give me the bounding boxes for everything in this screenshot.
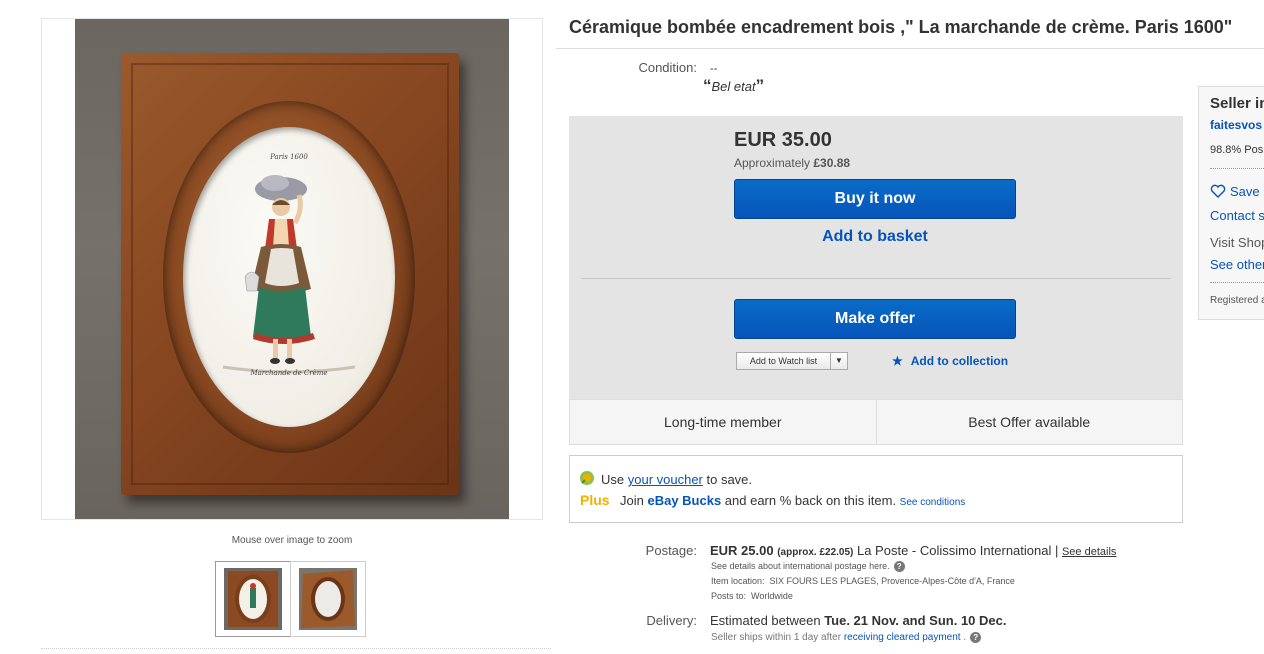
seller-information-panel: Seller information faitesvos 98.8% Posit… [1198,86,1264,320]
seller-divider [1210,282,1264,283]
thumbnail-image [224,568,282,630]
highlight-best-offer: Best Offer available [875,400,1183,444]
your-voucher-link[interactable]: your voucher [628,472,703,487]
see-other-items-link[interactable]: See other items [1210,257,1264,272]
thumbnail-2[interactable] [290,561,366,637]
seller-highlights: Long-time member Best Offer available [569,399,1183,445]
watch-list-label[interactable]: Add to Watch list [737,353,831,369]
seller-name-link[interactable]: faitesvos [1210,118,1262,132]
ebay-plus-logo: Plus [580,492,610,508]
condition-label: Condition: [638,60,697,75]
dispatch-time-note: Seller ships within 1 day after receivin… [711,632,982,643]
heart-icon [1210,184,1226,198]
see-conditions-link[interactable]: See conditions [900,497,966,508]
postage-see-details-link[interactable]: See details [1062,546,1116,558]
condition-description: “Bel etat” [703,76,765,95]
main-image-viewer[interactable]: Paris 1600 Marchande de Crème [41,18,543,520]
converted-price: Approximately £30.88 [734,156,851,170]
delivery-label: Delivery: [646,613,697,628]
postage-summary: EUR 25.00 (approx. £22.05) La Poste - Co… [710,543,1117,558]
voucher-promo-box: Use your voucher to save. Plus Join eBay… [569,455,1183,523]
contact-seller-link[interactable]: Contact seller [1210,208,1264,223]
wooden-frame: Paris 1600 Marchande de Crème [121,53,459,495]
ceramic-plate: Paris 1600 Marchande de Crème [183,127,395,427]
ebay-bucks-label: eBay Bucks [647,493,722,508]
highlight-long-time-member: Long-time member [664,414,782,430]
cleared-payment-link[interactable]: receiving cleared payment [844,632,961,643]
add-to-watch-list-button[interactable]: Add to Watch list ▼ [736,352,848,370]
help-icon[interactable]: ? [970,632,982,643]
buy-box-divider [581,278,1171,279]
add-to-basket-button[interactable]: Add to basket [734,228,1016,246]
item-location: Item location: SIX FOURS LES PLAGES, Pro… [711,576,1015,586]
item-price: EUR 35.00 [734,129,832,151]
international-postage-note: See details about international postage … [711,561,905,573]
ebay-bucks-text: Join eBay Bucks and earn % back on this … [620,493,966,508]
merchant-woman-illustration [222,175,356,374]
gallery-divider [41,648,551,649]
zoom-caption: Mouse over image to zoom [231,535,353,546]
condition-value: -- [710,63,718,75]
title-divider [556,48,1264,49]
visit-shop-label[interactable]: Visit Shop [1210,235,1264,250]
voucher-icon [580,471,594,485]
listing-title: Céramique bombée encadrement bois ," La … [569,17,1233,37]
help-icon[interactable]: ? [893,561,905,573]
make-offer-button[interactable]: Make offer [734,299,1016,339]
posts-to: Posts to: Worldwide [711,591,793,601]
seller-feedback: 98.8% Positive feedback [1210,144,1264,156]
save-seller-link[interactable]: Save [1210,184,1260,199]
seller-divider [1210,168,1264,169]
seller-info-heading: Seller information [1210,95,1264,112]
postage-label: Postage: [645,543,697,558]
delivery-estimate: Estimated between Tue. 21 Nov. and Sun. … [710,613,1007,628]
main-product-photo[interactable]: Paris 1600 Marchande de Crème [75,19,509,519]
registered-business-note: Registered as a business seller [1210,295,1264,306]
thumbnail-1[interactable] [215,561,291,637]
buy-it-now-button[interactable]: Buy it now [734,179,1016,219]
thumbnail-image [299,568,357,630]
star-icon: ★ [892,354,903,368]
voucher-text: Use your voucher to save. [601,472,753,487]
chevron-down-icon[interactable]: ▼ [831,353,847,369]
plate-caption-bottom: Marchande de Crème [250,369,328,377]
add-to-collection-link[interactable]: ★ Add to collection [892,354,1008,368]
buy-box: EUR 35.00 Approximately £30.88 Buy it no… [569,116,1183,399]
